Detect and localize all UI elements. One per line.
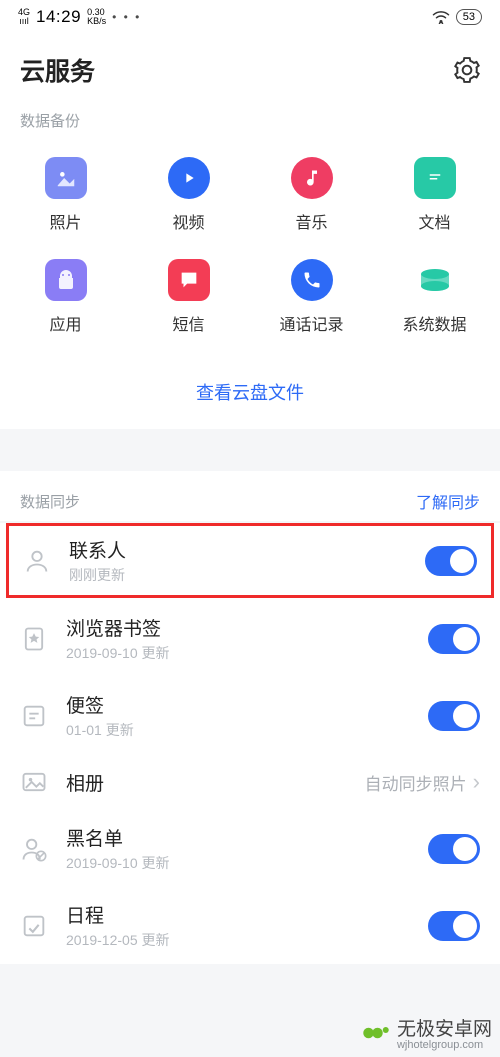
wifi-icon xyxy=(432,10,450,24)
grid-item-system[interactable]: 系统数据 xyxy=(373,259,496,335)
status-bar: 4G ıııl 14:29 0.30 KB/s • • • 53 xyxy=(0,0,500,34)
schedule-icon xyxy=(20,912,48,940)
grid-item-music[interactable]: 音乐 xyxy=(250,157,373,233)
row-sub: 刚刚更新 xyxy=(69,565,425,585)
grid-label: 照片 xyxy=(49,209,81,233)
toggle-bookmarks[interactable] xyxy=(428,624,480,654)
page-header: 云服务 xyxy=(0,34,500,102)
row-contacts[interactable]: 联系人 刚刚更新 xyxy=(23,536,477,585)
note-icon xyxy=(20,702,48,730)
call-icon xyxy=(291,259,333,301)
blacklist-icon xyxy=(20,835,48,863)
row-sub: 2019-09-10 更新 xyxy=(66,643,428,663)
album-icon xyxy=(20,768,48,796)
grid-label: 音乐 xyxy=(295,209,327,233)
video-icon xyxy=(168,157,210,199)
section-gap xyxy=(0,429,500,471)
grid-label: 文档 xyxy=(418,209,450,233)
page-title: 云服务 xyxy=(20,52,95,88)
music-icon xyxy=(291,157,333,199)
toggle-schedule[interactable] xyxy=(428,911,480,941)
grid-item-video[interactable]: 视频 xyxy=(127,157,250,233)
backup-grid: 照片 视频 音乐 文档 应用 短信 通话记录 xyxy=(0,143,500,363)
sync-list: 联系人 刚刚更新 浏览器书签 2019-09-10 更新 便签 01-01 更新… xyxy=(0,523,500,964)
row-album[interactable]: 相册 自动同步照片 › xyxy=(0,754,500,810)
row-sub: 01-01 更新 xyxy=(66,720,428,740)
row-bookmarks[interactable]: 浏览器书签 2019-09-10 更新 xyxy=(0,600,500,677)
toggle-notes[interactable] xyxy=(428,701,480,731)
photo-icon xyxy=(45,157,87,199)
contact-icon xyxy=(23,547,51,575)
grid-label: 视频 xyxy=(172,209,204,233)
net-speed: 0.30 KB/s xyxy=(87,8,106,26)
status-right: 53 xyxy=(432,9,482,25)
grid-label: 应用 xyxy=(49,311,81,335)
grid-label: 通话记录 xyxy=(279,311,343,335)
watermark: 无极安卓网 wjhotelgroup.com xyxy=(361,1014,492,1051)
bookmark-icon xyxy=(20,625,48,653)
grid-item-app[interactable]: 应用 xyxy=(4,259,127,335)
grid-item-photo[interactable]: 照片 xyxy=(4,157,127,233)
doc-icon xyxy=(414,157,456,199)
grid-item-doc[interactable]: 文档 xyxy=(373,157,496,233)
watermark-logo-icon xyxy=(361,1018,391,1048)
toggle-blacklist[interactable] xyxy=(428,834,480,864)
status-more-icon: • • • xyxy=(112,10,141,24)
row-sub: 2019-12-05 更新 xyxy=(66,930,428,950)
row-title: 浏览器书签 xyxy=(66,614,428,641)
sms-icon xyxy=(168,259,210,301)
sync-section-label: 数据同步 xyxy=(20,491,80,512)
row-blacklist[interactable]: 黑名单 2019-09-10 更新 xyxy=(0,810,500,887)
watermark-brand: 无极安卓网 xyxy=(397,1014,492,1041)
row-title: 联系人 xyxy=(69,536,425,563)
highlighted-row-contacts: 联系人 刚刚更新 xyxy=(6,523,494,598)
status-left: 4G ıııl 14:29 0.30 KB/s • • • xyxy=(18,7,141,27)
learn-sync-link[interactable]: 了解同步 xyxy=(416,489,480,513)
row-title: 日程 xyxy=(66,901,428,928)
row-schedule[interactable]: 日程 2019-12-05 更新 xyxy=(0,887,500,964)
app-icon xyxy=(45,259,87,301)
grid-item-call[interactable]: 通话记录 xyxy=(250,259,373,335)
backup-section-label: 数据备份 xyxy=(0,102,500,143)
watermark-url: wjhotelgroup.com xyxy=(397,1039,492,1051)
toggle-contacts[interactable] xyxy=(425,546,477,576)
grid-label: 短信 xyxy=(172,311,204,335)
row-value: 自动同步照片 xyxy=(365,770,467,795)
row-title: 相册 xyxy=(66,769,365,796)
gear-icon[interactable] xyxy=(454,57,480,83)
sync-header: 数据同步 了解同步 xyxy=(0,471,500,521)
clock: 14:29 xyxy=(36,7,81,27)
grid-label: 系统数据 xyxy=(402,311,466,335)
row-notes[interactable]: 便签 01-01 更新 xyxy=(0,677,500,754)
chevron-right-icon: › xyxy=(473,769,480,795)
row-sub: 2019-09-10 更新 xyxy=(66,853,428,873)
row-title: 黑名单 xyxy=(66,824,428,851)
battery-indicator: 53 xyxy=(456,9,482,25)
grid-item-sms[interactable]: 短信 xyxy=(127,259,250,335)
view-disk-link[interactable]: 查看云盘文件 xyxy=(0,363,500,429)
system-icon xyxy=(414,259,456,301)
signal-icon: ıııl xyxy=(19,17,29,26)
row-title: 便签 xyxy=(66,691,428,718)
